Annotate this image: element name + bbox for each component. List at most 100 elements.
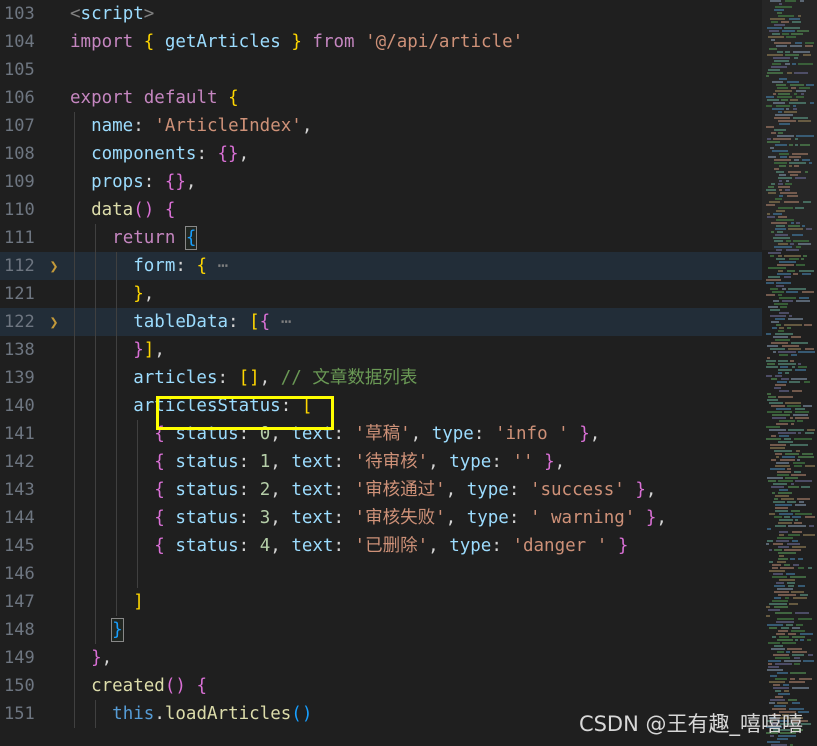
chevron-right-icon[interactable]: ❯: [46, 252, 62, 280]
minimap-line: [778, 255, 782, 257]
chevron-right-icon[interactable]: ❯: [46, 308, 62, 336]
minimap-line: [772, 291, 784, 293]
minimap-line: [786, 249, 799, 251]
minimap-line: [769, 681, 785, 683]
minimap-line: [775, 198, 782, 200]
code-line[interactable]: 147 ]: [0, 588, 817, 616]
line-content[interactable]: created() {: [70, 672, 817, 700]
minimap-line: [784, 660, 801, 662]
code-token: ⋯: [280, 312, 292, 332]
minimap-line: [779, 297, 796, 299]
minimap-line: [804, 381, 810, 383]
line-content[interactable]: articlesStatus: [: [70, 392, 817, 420]
line-content[interactable]: [70, 560, 817, 588]
line-content[interactable]: return {: [70, 224, 817, 252]
minimap-line: [788, 534, 800, 536]
line-number: 139: [4, 368, 35, 388]
code-token: :: [333, 536, 355, 556]
minimap-line: [796, 90, 806, 92]
line-content[interactable]: }],: [70, 336, 817, 364]
minimap-line: [801, 258, 804, 260]
code-token: {: [164, 200, 176, 220]
code-line[interactable]: 111 return {: [0, 224, 817, 252]
code-token: }: [635, 480, 646, 500]
line-content[interactable]: { status: 4, text: '已删除', type: 'danger …: [70, 532, 817, 560]
code-editor[interactable]: 103 <script> 104 import { getArticles } fro…: [0, 0, 817, 746]
minimap-line: [798, 585, 805, 587]
minimap-line: [784, 411, 792, 413]
code-token: ,: [589, 424, 601, 444]
code-line[interactable]: 109 props: {},: [0, 168, 817, 196]
line-content[interactable]: tableData: [{ ⋯: [70, 308, 817, 336]
line-content[interactable]: }: [70, 616, 817, 644]
minimap-line: [775, 465, 790, 467]
minimap-line: [795, 411, 809, 413]
code-line[interactable]: 150 created() {: [0, 672, 817, 700]
line-content[interactable]: components: {},: [70, 140, 817, 168]
line-content[interactable]: data() {: [70, 196, 817, 224]
line-number: 107: [4, 116, 35, 136]
line-content[interactable]: articles: [], // 文章数据列表: [70, 364, 817, 392]
code-token: status: [175, 508, 239, 528]
minimap-line: [778, 243, 788, 245]
code-line[interactable]: 110 data() {: [0, 196, 817, 224]
line-content[interactable]: [70, 56, 817, 84]
code-token: type: [466, 480, 509, 500]
code-line[interactable]: 142 { status: 1, text: '待审核', type: '' }…: [0, 448, 817, 476]
line-content[interactable]: { status: 0, text: '草稿', type: 'info ' }…: [70, 420, 817, 448]
line-content[interactable]: import { getArticles } from '@/api/artic…: [70, 28, 817, 56]
line-content[interactable]: name: 'ArticleIndex',: [70, 112, 817, 140]
code-line[interactable]: 121 },: [0, 280, 817, 308]
code-line[interactable]: 138 }],: [0, 336, 817, 364]
minimap-line: [771, 132, 776, 134]
code-line[interactable]: 106 export default {: [0, 84, 817, 112]
code-line[interactable]: 112 ❯ form: { ⋯: [0, 252, 817, 280]
minimap-line: [767, 54, 783, 56]
code-line[interactable]: 104 import { getArticles } from '@/api/ar…: [0, 28, 817, 56]
line-content[interactable]: { status: 3, text: '审核失败', type: ' warni…: [70, 504, 817, 532]
line-content[interactable]: { status: 2, text: '审核通过', type: 'succes…: [70, 476, 817, 504]
code-line[interactable]: 144 { status: 3, text: '审核失败', type: ' w…: [0, 504, 817, 532]
code-line[interactable]: 149 },: [0, 644, 817, 672]
code-line[interactable]: 122 ❯ tableData: [{ ⋯: [0, 308, 817, 336]
minimap-line: [779, 189, 782, 191]
code-token: tableData: [133, 312, 229, 332]
line-content[interactable]: },: [70, 280, 817, 308]
code-line[interactable]: 141 { status: 0, text: '草稿', type: 'info…: [0, 420, 817, 448]
code-token: ⋯: [217, 256, 229, 276]
code-line[interactable]: 140 articlesStatus: [: [0, 392, 817, 420]
code-line[interactable]: 108 components: {},: [0, 140, 817, 168]
minimap-line: [766, 426, 780, 428]
minimap-line: [799, 87, 810, 89]
code-line[interactable]: 143 { status: 2, text: '审核通过', type: 'su…: [0, 476, 817, 504]
code-token: ,: [428, 452, 450, 472]
minimap-line: [770, 315, 786, 317]
minimap-line: [778, 351, 796, 353]
code-line[interactable]: 103 <script>: [0, 0, 817, 28]
line-content[interactable]: },: [70, 644, 817, 672]
line-content[interactable]: form: { ⋯: [70, 252, 817, 280]
minimap-line: [778, 369, 792, 371]
code-lines[interactable]: 103 <script> 104 import { getArticles } fro…: [0, 0, 817, 728]
minimap-line: [777, 639, 793, 641]
watermark-text: CSDN @王有趣_嘻嘻嘻: [578, 712, 803, 736]
code-line[interactable]: 139 articles: [], // 文章数据列表: [0, 364, 817, 392]
minimap-line: [796, 246, 801, 248]
line-content[interactable]: props: {},: [70, 168, 817, 196]
line-content[interactable]: export default {: [70, 84, 817, 112]
code-line[interactable]: 146: [0, 560, 817, 588]
code-minimap[interactable]: [762, 0, 817, 746]
line-content[interactable]: <script>: [70, 0, 817, 28]
code-line[interactable]: 107 name: 'ArticleIndex',: [0, 112, 817, 140]
code-token: 2: [259, 480, 271, 500]
code-line[interactable]: 105: [0, 56, 817, 84]
code-line[interactable]: 148 }: [0, 616, 817, 644]
code-line[interactable]: 145 { status: 4, text: '已删除', type: 'dan…: [0, 532, 817, 560]
minimap-line: [768, 156, 776, 158]
minimap-line: [774, 705, 786, 707]
line-content[interactable]: { status: 1, text: '待审核', type: '' },: [70, 448, 817, 476]
minimap-line: [790, 174, 798, 176]
line-content[interactable]: ]: [70, 588, 817, 616]
